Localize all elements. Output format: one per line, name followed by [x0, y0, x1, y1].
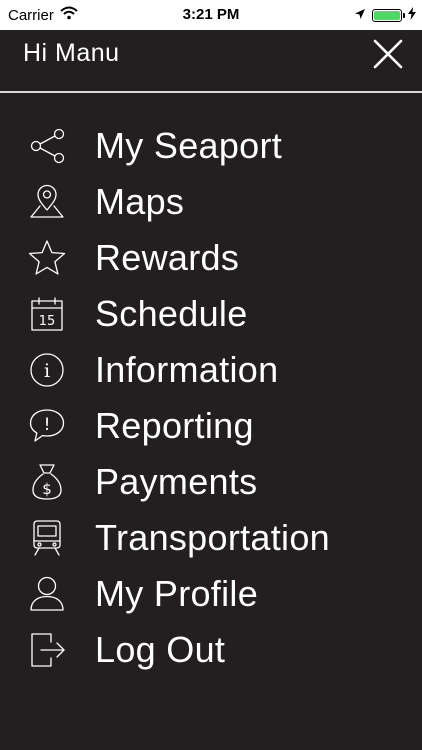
menu-label-reporting: Reporting — [95, 405, 254, 446]
menu-item-maps[interactable]: Maps — [0, 174, 422, 230]
menu-label-information: Information — [95, 349, 279, 390]
side-menu: My Seaport Maps Rewards 15 Schedule i In… — [0, 118, 422, 678]
menu-item-my-seaport[interactable]: My Seaport — [0, 118, 422, 174]
menu-label-my-seaport: My Seaport — [95, 125, 283, 166]
calendar-date-text: 15 — [39, 314, 56, 329]
menu-item-payments[interactable]: $ Payments — [0, 454, 422, 510]
menu-label-transportation: Transportation — [95, 517, 330, 558]
menu-item-reporting[interactable]: ! Reporting — [0, 398, 422, 454]
speech-bubble-alert-icon: ! — [27, 406, 67, 446]
alert-glyph-text: ! — [44, 415, 51, 435]
close-button[interactable] — [372, 38, 404, 70]
menu-item-my-profile[interactable]: My Profile — [0, 566, 422, 622]
menu-item-information[interactable]: i Information — [0, 342, 422, 398]
charging-bolt-icon — [408, 7, 416, 24]
battery-level — [374, 11, 400, 20]
user-icon — [27, 574, 67, 614]
info-icon: i — [27, 350, 67, 390]
location-arrow-icon — [354, 7, 366, 24]
battery-tip — [403, 13, 405, 18]
share-network-icon — [27, 126, 67, 166]
menu-item-log-out[interactable]: Log Out — [0, 622, 422, 678]
info-glyph-text: i — [44, 360, 50, 382]
menu-label-schedule: Schedule — [95, 293, 248, 334]
menu-item-schedule[interactable]: 15 Schedule — [0, 286, 422, 342]
menu-label-rewards: Rewards — [95, 237, 240, 278]
star-icon — [27, 238, 67, 278]
calendar-icon: 15 — [27, 294, 67, 334]
menu-item-transportation[interactable]: Transportation — [0, 510, 422, 566]
menu-header: Hi Manu — [0, 30, 422, 92]
menu-label-log-out: Log Out — [95, 629, 226, 670]
menu-label-maps: Maps — [95, 181, 185, 222]
money-bag-icon: $ — [27, 462, 67, 502]
status-right — [354, 7, 416, 24]
header-divider — [0, 91, 422, 93]
menu-label-my-profile: My Profile — [95, 573, 259, 614]
menu-item-rewards[interactable]: Rewards — [0, 230, 422, 286]
logout-icon — [27, 630, 67, 670]
close-icon — [373, 39, 403, 69]
menu-label-payments: Payments — [95, 461, 258, 502]
battery-icon — [372, 9, 405, 22]
status-bar: Carrier 3:21 PM — [0, 0, 422, 30]
train-icon — [27, 518, 67, 558]
greeting-text: Hi Manu — [23, 39, 120, 67]
dollar-glyph-text: $ — [42, 480, 52, 498]
map-pin-icon — [27, 182, 67, 222]
